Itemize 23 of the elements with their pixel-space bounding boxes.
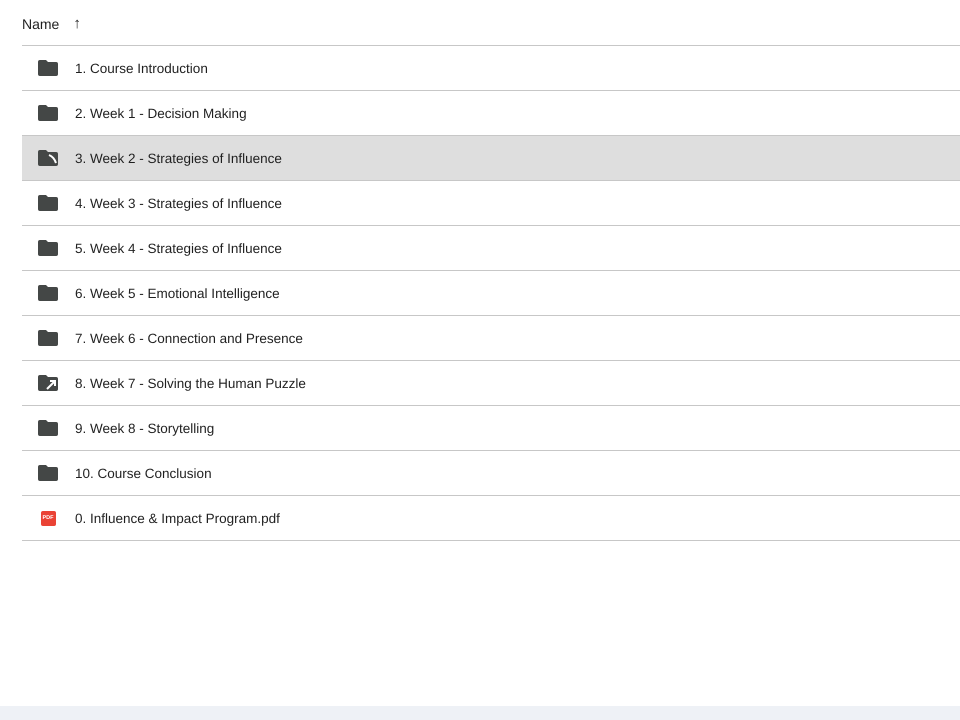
file-name: 9. Week 8 - Storytelling — [75, 420, 214, 436]
sort-button[interactable]: ↑ — [73, 15, 81, 32]
folder-icon — [38, 465, 58, 481]
file-name: 2. Week 1 - Decision Making — [75, 106, 247, 120]
folder-icon — [38, 105, 58, 121]
folder-icon — [38, 240, 58, 256]
folder-icon — [38, 60, 58, 76]
file-row[interactable]: 3. Week 2 - Strategies of Influence — [22, 136, 960, 181]
folder-icon — [38, 330, 58, 346]
folder-icon — [38, 420, 58, 436]
file-name: 7. Week 6 - Connection and Presence — [75, 330, 303, 346]
folder-icon — [38, 195, 58, 211]
file-name: 1. Course Introduction — [75, 60, 208, 76]
file-name: 10. Course Conclusion — [75, 466, 212, 480]
file-name: 0. Influence & Impact Program.pdf — [75, 510, 280, 526]
file-name: 6. Week 5 - Emotional Intelligence — [75, 286, 280, 300]
file-name: 3. Week 2 - Strategies of Influence — [75, 150, 282, 166]
folder-arrow-icon — [38, 375, 58, 391]
file-name: 8. Week 7 - Solving the Human Puzzle — [75, 376, 306, 390]
folder-icon — [38, 285, 58, 301]
file-name: 5. Week 4 - Strategies of Influence — [75, 240, 282, 256]
file-name: 4. Week 3 - Strategies of Influence — [75, 196, 282, 210]
column-header[interactable]: Name — [22, 16, 60, 32]
